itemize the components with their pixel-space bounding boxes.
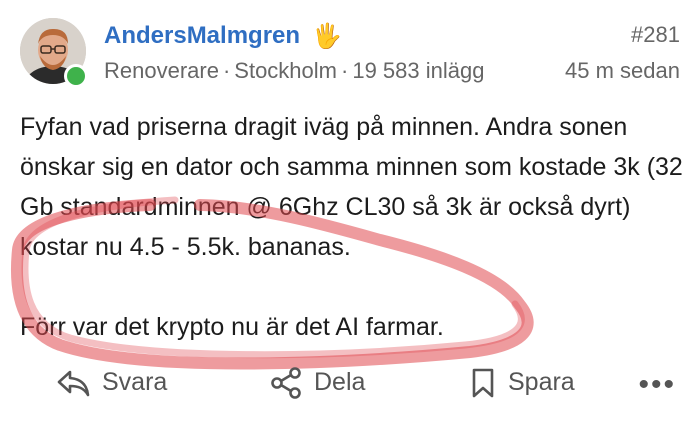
reply-label: Svara (102, 368, 168, 396)
share-icon (271, 366, 301, 399)
share-button[interactable]: Dela (270, 360, 365, 405)
meta-separator: · (222, 58, 231, 83)
save-label: Spara (508, 368, 575, 396)
username-link[interactable]: AndersMalmgren (104, 22, 300, 50)
reply-button[interactable]: Svara (56, 360, 167, 405)
post-paragraph: Förr var det krypto nu är det AI farmar. (20, 313, 444, 341)
bookmark-icon (472, 368, 494, 397)
more-options-icon[interactable]: ••• (638, 368, 676, 402)
post-actions-bar: Svara Dela Spara ••• (0, 360, 700, 405)
user-meta: Renoverare · Stockholm · 19 583 inlägg (104, 58, 484, 84)
share-label: Dela (314, 368, 366, 396)
post-paragraph: Fyfan vad priserna dragit iväg på minnen… (20, 113, 683, 261)
hand-emoji-icon: 🖐 (312, 23, 342, 50)
user-role: Renoverare (104, 58, 219, 83)
online-status-indicator (64, 64, 88, 88)
user-location: Stockholm (234, 58, 337, 83)
post-body: Fyfan vad priserna dragit iväg på minnen… (20, 107, 685, 347)
save-button[interactable]: Spara (470, 360, 575, 405)
meta-separator: · (341, 58, 349, 83)
post-number[interactable]: #281 (631, 22, 680, 48)
post-timestamp[interactable]: 45 m sedan (565, 58, 680, 84)
user-post-count: 19 583 inlägg (352, 58, 485, 83)
reply-icon (57, 370, 90, 396)
